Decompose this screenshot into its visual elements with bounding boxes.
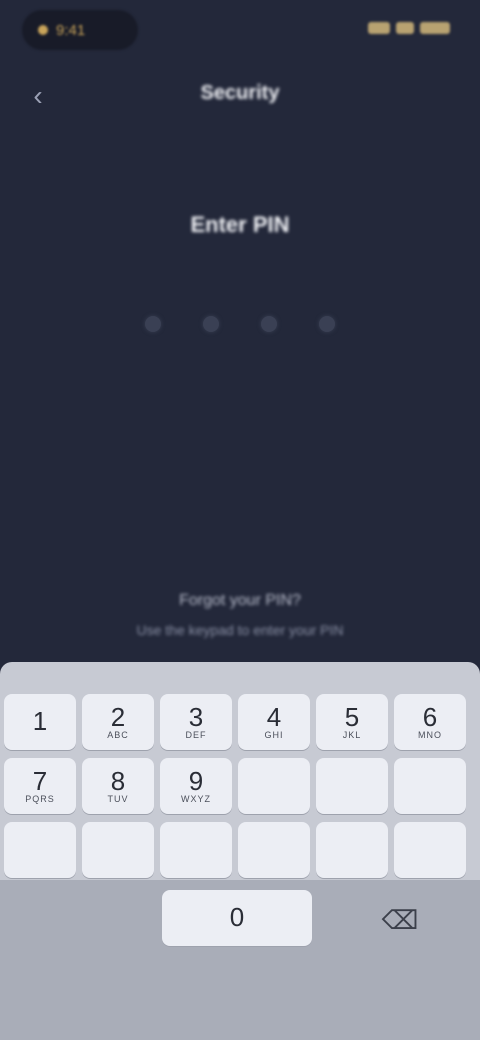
key-blank — [4, 822, 76, 878]
key-blank — [160, 822, 232, 878]
key-blank — [394, 758, 466, 814]
pin-dot — [203, 316, 219, 332]
backspace-button[interactable]: ⌫ — [370, 892, 430, 948]
key-digit: 4 — [266, 701, 282, 732]
key-letters: DEF — [185, 729, 207, 740]
hint-text: Use the keypad to enter your PIN — [136, 622, 344, 638]
key-1[interactable]: 1 — [4, 694, 76, 750]
forgot-pin-link[interactable]: Forgot your PIN? — [110, 592, 370, 610]
key-blank — [82, 822, 154, 878]
key-2[interactable]: 2 ABC — [82, 694, 154, 750]
key-digit: 1 — [32, 706, 48, 737]
key-blank — [238, 758, 310, 814]
pin-dot — [145, 316, 161, 332]
key-digit: 3 — [188, 701, 204, 732]
pin-indicator — [0, 316, 480, 336]
recording-dot-icon — [38, 25, 48, 35]
key-digit: 8 — [110, 765, 126, 796]
key-blank — [316, 822, 388, 878]
key-9[interactable]: 9 WXYZ — [160, 758, 232, 814]
key-blank — [394, 822, 466, 878]
header: ‹ Security — [0, 64, 480, 128]
status-bar: 9:41 — [0, 0, 480, 64]
key-digit: 2 — [110, 701, 126, 732]
key-letters: JKL — [342, 729, 362, 740]
key-digit: 6 — [422, 701, 438, 732]
key-6[interactable]: 6 MNO — [394, 694, 466, 750]
key-digit: 9 — [188, 765, 204, 796]
key-letters: WXYZ — [181, 793, 211, 804]
key-0[interactable]: 0 — [162, 890, 312, 946]
key-3[interactable]: 3 DEF — [160, 694, 232, 750]
key-letters: ABC — [107, 729, 129, 740]
backspace-icon: ⌫ — [381, 904, 419, 935]
pin-dot — [319, 316, 335, 332]
wifi-icon — [396, 22, 414, 34]
status-time: 9:41 — [56, 21, 86, 39]
key-4[interactable]: 4 GHI — [238, 694, 310, 750]
key-letters: GHI — [264, 729, 284, 740]
key-digit: 0 — [229, 902, 245, 933]
key-blank — [316, 758, 388, 814]
page-title: Security — [200, 82, 280, 104]
key-8[interactable]: 8 TUV — [82, 758, 154, 814]
status-indicators — [354, 22, 450, 38]
pin-prompt: Enter PIN — [190, 212, 290, 237]
key-7[interactable]: 7 PQRS — [4, 758, 76, 814]
battery-icon — [420, 22, 450, 34]
signal-icon — [368, 22, 390, 34]
key-digit: 5 — [344, 701, 360, 732]
key-letters: MNO — [418, 729, 442, 740]
key-digit: 7 — [32, 765, 48, 796]
pin-dot — [261, 316, 277, 332]
back-button[interactable]: ‹ — [22, 80, 54, 112]
chevron-left-icon: ‹ — [33, 80, 43, 111]
key-blank — [238, 822, 310, 878]
key-letters: PQRS — [25, 793, 55, 804]
key-5[interactable]: 5 JKL — [316, 694, 388, 750]
status-time-pill: 9:41 — [22, 10, 138, 50]
key-letters: TUV — [107, 793, 129, 804]
